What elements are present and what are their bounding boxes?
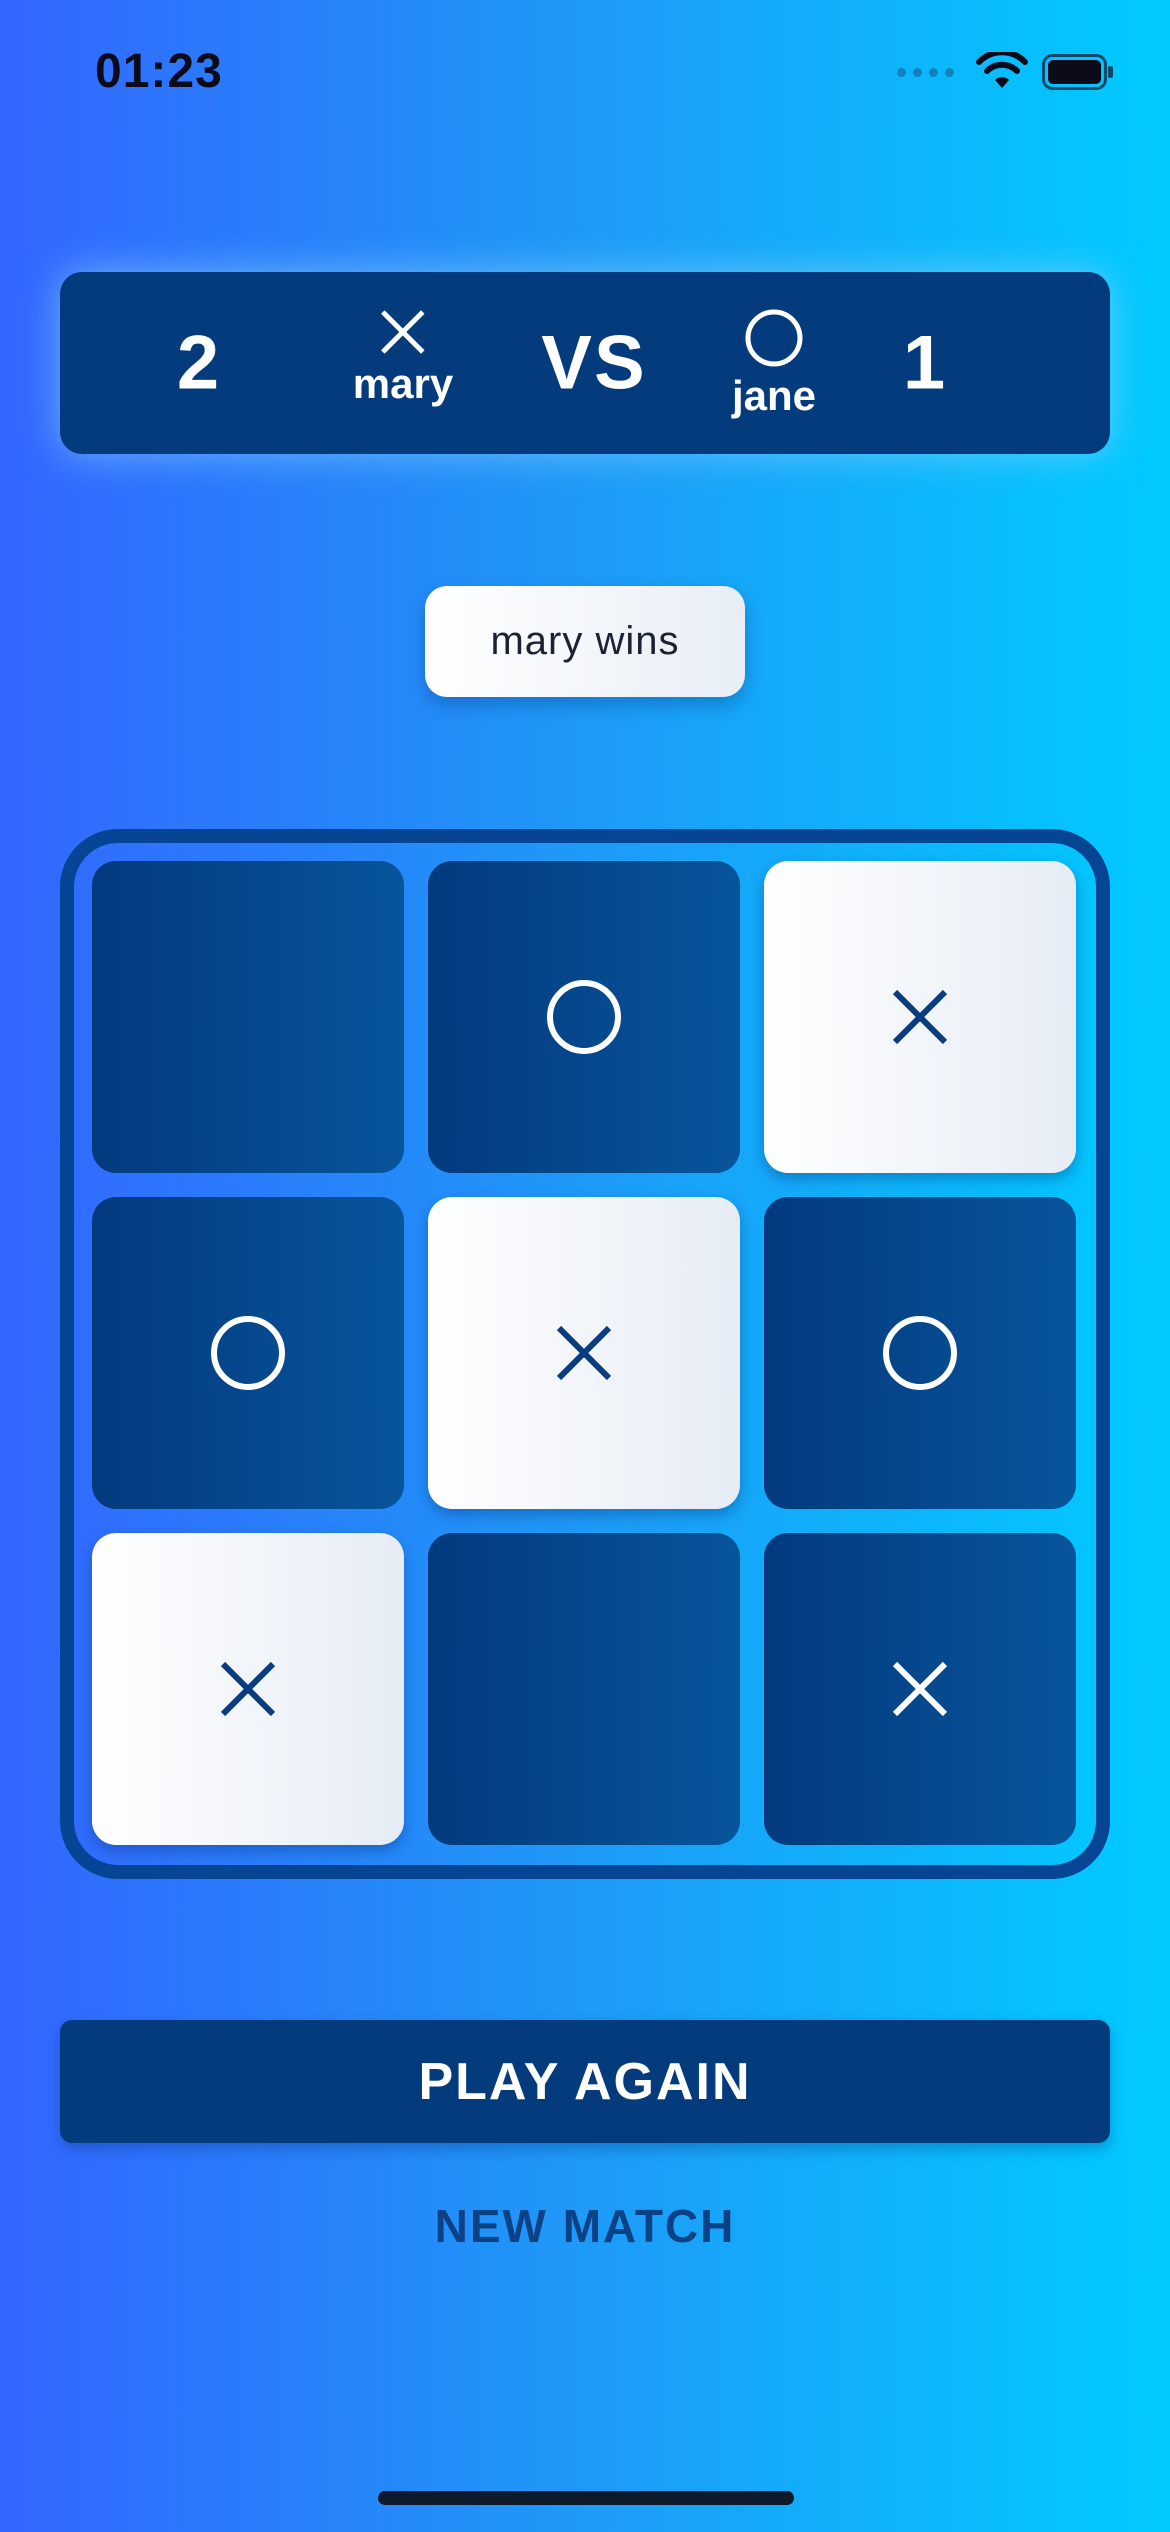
wifi-icon	[976, 52, 1028, 88]
x-mark-icon	[220, 1661, 276, 1717]
left-player: mary	[353, 308, 453, 408]
x-mark-icon	[892, 1661, 948, 1717]
x-icon	[381, 310, 425, 354]
left-player-score: 2	[176, 320, 220, 406]
new-match-button[interactable]: NEW MATCH	[385, 2190, 785, 2262]
result-message: mary wins	[425, 586, 745, 697]
right-player-name: jane	[731, 372, 817, 419]
board-cell-5[interactable]	[428, 1197, 740, 1509]
board-cell-8[interactable]	[428, 1533, 740, 1845]
right-player: jane	[732, 308, 816, 420]
o-mark-icon	[883, 1316, 957, 1390]
scoreboard: 2 mary VS jane 1	[60, 272, 1110, 454]
board-cell-7[interactable]	[92, 1533, 404, 1845]
right-player-score: 1	[902, 320, 946, 406]
play-again-button[interactable]: PLAY AGAIN	[60, 2020, 1110, 2143]
board-cell-1[interactable]	[92, 861, 404, 1173]
left-player-name: mary	[352, 360, 454, 407]
status-icons	[897, 52, 1114, 92]
home-indicator	[378, 2491, 794, 2505]
o-mark-icon	[547, 980, 621, 1054]
game-board	[60, 829, 1110, 1879]
cellular-dots-icon	[897, 67, 954, 77]
vs-label: VS	[541, 320, 647, 406]
board-cell-6[interactable]	[764, 1197, 1076, 1509]
o-icon	[745, 309, 803, 367]
board-cell-9[interactable]	[764, 1533, 1076, 1845]
board-cell-4[interactable]	[92, 1197, 404, 1509]
x-mark-icon	[556, 1325, 612, 1381]
o-mark-icon	[211, 1316, 285, 1390]
status-time: 01:23	[95, 45, 223, 98]
board-cell-2[interactable]	[428, 861, 740, 1173]
board-cell-3[interactable]	[764, 861, 1076, 1173]
battery-icon	[1042, 54, 1113, 90]
x-mark-icon	[892, 989, 948, 1045]
